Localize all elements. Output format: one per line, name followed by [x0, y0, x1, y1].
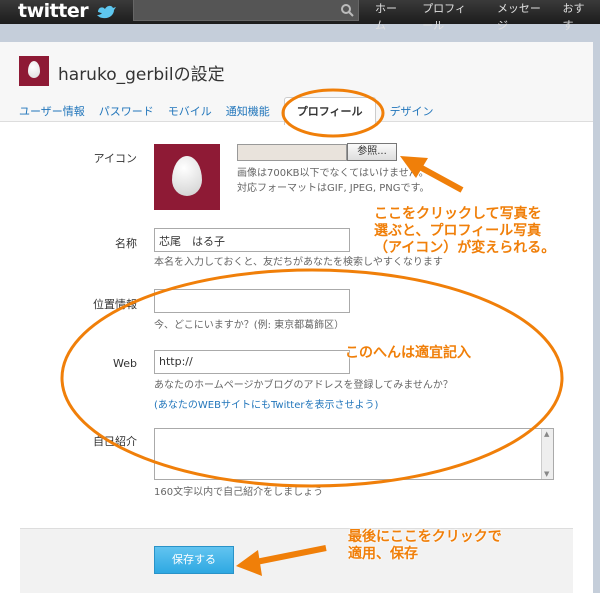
- top-navigation-bar: twitter ホーム プロフィール メッセージ おすす: [0, 0, 600, 32]
- search-icon[interactable]: [340, 3, 354, 17]
- settings-tabs: ユーザー情報 パスワード モバイル 通知機能 プロフィール デザイン: [19, 97, 448, 125]
- nav-home[interactable]: ホーム: [366, 0, 412, 32]
- web-twitter-link[interactable]: (あなたのWEBサイトにもTwitterを表示させよう): [154, 396, 378, 411]
- nav-messages[interactable]: メッセージ: [487, 0, 553, 32]
- icon-label: アイコン: [93, 152, 137, 165]
- tab-account[interactable]: ユーザー情報: [19, 103, 85, 125]
- scroll-up-icon[interactable]: ▲: [544, 430, 549, 438]
- file-path-field[interactable]: [237, 144, 347, 161]
- fields-callout: このへんは適宜記入: [345, 345, 471, 361]
- save-button[interactable]: 保存する: [154, 546, 234, 574]
- name-help-text: 本名を入力しておくと、友だちがあなたを検索しやすくなります: [154, 257, 443, 268]
- nav-recommend[interactable]: おすす: [553, 0, 600, 32]
- bio-help-text: 160文字以内で自己紹介をしましょう: [154, 487, 324, 498]
- bio-label: 自己紹介: [93, 435, 137, 448]
- save-callout: 最後にここをクリックで 適用、保存: [348, 529, 502, 562]
- bird-icon: [97, 5, 116, 19]
- tab-password[interactable]: パスワード: [99, 103, 154, 125]
- egg-icon: [172, 156, 202, 196]
- tab-design[interactable]: デザイン: [390, 103, 434, 125]
- tab-profile[interactable]: プロフィール: [283, 97, 376, 125]
- egg-icon: [28, 61, 40, 78]
- location-help-text: 今、どこにいますか？(例: 東京都葛飾区）: [154, 320, 345, 331]
- scroll-down-icon[interactable]: ▼: [544, 470, 549, 478]
- web-field[interactable]: http://: [154, 350, 350, 374]
- name-label: 名称: [115, 237, 137, 250]
- search-input[interactable]: [133, 0, 359, 21]
- scrollbar[interactable]: ▲ ▼: [541, 429, 553, 479]
- location-label: 位置情報: [93, 298, 137, 311]
- tab-notifications[interactable]: 通知機能: [226, 103, 270, 125]
- web-label: Web: [113, 357, 137, 370]
- icon-help-text: 画像は700KB以下でなくてはいけません。対応フォーマットはGIF, JPEG,…: [237, 168, 430, 194]
- settings-header: haruko_gerbilの設定 ユーザー情報 パスワード モバイル 通知機能 …: [0, 42, 593, 125]
- twitter-logo[interactable]: twitter: [18, 0, 89, 24]
- nav-profile[interactable]: プロフィール: [412, 0, 487, 32]
- photo-callout: ここをクリックして写真を 選ぶと、プロフィール写真 （アイコン）が変えられる。: [374, 206, 556, 256]
- avatar: [19, 56, 49, 86]
- main-nav: ホーム プロフィール メッセージ おすす: [366, 0, 600, 32]
- location-field[interactable]: [154, 289, 350, 313]
- page-title: haruko_gerbilの設定: [58, 65, 225, 85]
- profile-avatar: [154, 144, 220, 210]
- web-help-text: あなたのホームページかブログのアドレスを登録してみませんか？: [154, 380, 453, 391]
- name-field[interactable]: 芯尾 はる子: [154, 228, 350, 252]
- browse-button[interactable]: 参照...: [347, 143, 397, 161]
- bio-textarea[interactable]: ▲ ▼: [154, 428, 554, 480]
- tab-mobile[interactable]: モバイル: [168, 103, 212, 125]
